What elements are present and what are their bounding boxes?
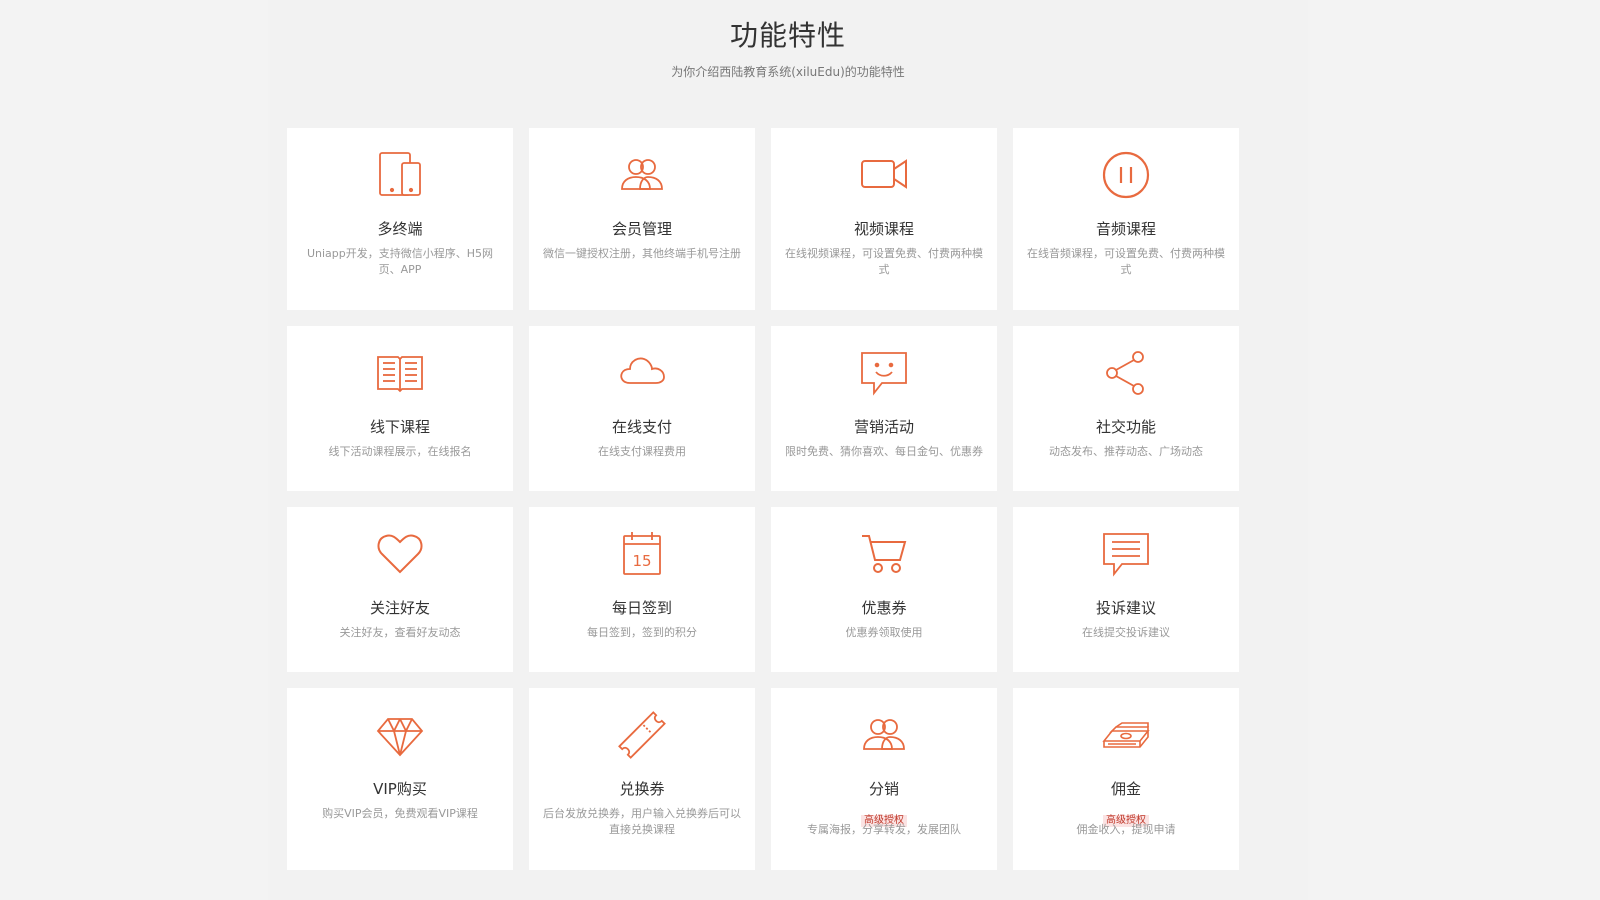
feature-desc: 在线视频课程，可设置免费、付费两种模式 [785,247,983,276]
smile-chat-icon [771,346,997,400]
feature-name: 优惠券 [861,599,907,617]
feature-card-complaints[interactable]: 投诉建议 在线提交投诉建议 [1013,507,1239,672]
calendar-icon: 15 [529,527,755,581]
ticket-icon [529,708,755,762]
feature-desc: 线下活动课程展示，在线报名 [328,445,472,458]
money-stack-icon [1013,708,1239,762]
feature-desc: 微信一键授权注册，其他终端手机号注册 [543,247,741,260]
feature-card-marketing[interactable]: 营销活动 限时免费、猜你喜欢、每日金句、优惠券 [771,326,997,491]
feature-name: 兑换券 [619,780,665,798]
heart-icon [287,527,513,581]
feature-desc: 购买VIP会员，免费观看VIP课程 [322,807,478,820]
cloud-icon [529,346,755,400]
calendar-day: 15 [632,552,651,570]
distribution-icon [771,708,997,762]
feature-desc: 动态发布、推荐动态、广场动态 [1049,445,1203,458]
feature-name: 关注好友 [369,599,430,617]
features-page: 功能特性 为你介绍西陆教育系统(xiluEdu)的功能特性 多终端 Uniapp… [0,0,1600,900]
feature-name: 社交功能 [1095,418,1156,436]
cart-icon [771,527,997,581]
share-icon [1013,346,1239,400]
feature-desc: 在线音频课程，可设置免费、付费两种模式 [1027,247,1225,276]
feature-card-video[interactable]: 视频课程 在线视频课程，可设置免费、付费两种模式 [771,128,997,310]
feature-desc: Uniapp开发，支持微信小程序、H5网页、APP [306,247,494,276]
feature-desc: 在线支付课程费用 [598,445,686,458]
video-camera-icon [771,148,997,202]
feature-name: 每日签到 [611,599,672,617]
feature-name: 多终端 [377,220,423,238]
feature-desc: 限时免费、猜你喜欢、每日金句、优惠券 [785,445,983,458]
pause-circle-icon [1013,148,1239,202]
feature-name: 线下课程 [369,418,430,436]
feature-card-voucher[interactable]: 兑换券 后台发放兑换券，用户输入兑换券后可以直接兑换课程 [529,688,755,870]
feature-name: 分销 [868,780,899,798]
feature-name: 在线支付 [611,418,672,436]
feature-card-social[interactable]: 社交功能 动态发布、推荐动态、广场动态 [1013,326,1239,491]
feature-desc: 佣金收入，提现申请 [1076,823,1176,836]
open-book-icon [287,346,513,400]
feature-name: 佣金 [1110,780,1141,798]
feature-card-vip[interactable]: VIP购买 购买VIP会员，免费观看VIP课程 [287,688,513,870]
feature-name: 音频课程 [1095,220,1156,238]
section-title: 功能特性 [729,19,846,52]
feature-name: 视频课程 [853,220,914,238]
feature-desc: 优惠券领取使用 [845,626,923,639]
feature-card-follow-friends[interactable]: 关注好友 关注好友，查看好友动态 [287,507,513,672]
feature-card-audio[interactable]: 音频课程 在线音频课程，可设置免费、付费两种模式 [1013,128,1239,310]
feature-card-multi-device[interactable]: 多终端 Uniapp开发，支持微信小程序、H5网页、APP [287,128,513,310]
members-icon [529,148,755,202]
feature-card-distribution[interactable]: 分销 高级授权 专属海报，分享转发，发展团队 [771,688,997,870]
feature-card-commission[interactable]: 佣金 高级授权 佣金收入，提现申请 [1013,688,1239,870]
diamond-icon [287,708,513,762]
feature-card-members[interactable]: 会员管理 微信一键授权注册，其他终端手机号注册 [529,128,755,310]
feature-name: 营销活动 [853,418,914,436]
feature-card-online-payment[interactable]: 在线支付 在线支付课程费用 [529,326,755,491]
feature-desc: 在线提交投诉建议 [1082,626,1170,639]
feature-card-daily-checkin[interactable]: 15 每日签到 每日签到，签到的积分 [529,507,755,672]
feature-name: 投诉建议 [1095,599,1156,617]
feature-card-offline-course[interactable]: 线下课程 线下活动课程展示，在线报名 [287,326,513,491]
multi-device-icon [287,148,513,202]
feature-desc: 每日签到，签到的积分 [587,626,697,639]
feature-card-coupon[interactable]: 优惠券 优惠券领取使用 [771,507,997,672]
feature-desc: 专属海报，分享转发，发展团队 [807,823,961,836]
feature-desc: 关注好友，查看好友动态 [339,626,461,639]
feature-desc: 后台发放兑换券，用户输入兑换券后可以直接兑换课程 [543,807,741,836]
feature-name: 会员管理 [611,220,672,238]
feature-name: VIP购买 [373,780,427,798]
section-subtitle: 为你介绍西陆教育系统(xiluEdu)的功能特性 [671,65,905,79]
message-icon [1013,527,1239,581]
